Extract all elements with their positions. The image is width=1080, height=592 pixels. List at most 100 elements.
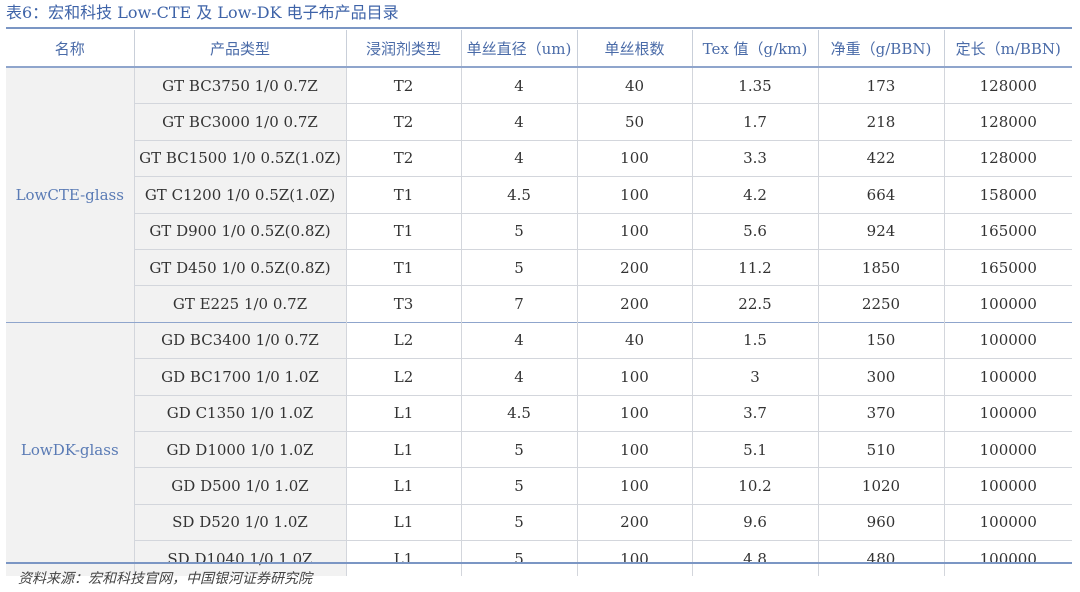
sizing-type-cell: L1: [345, 503, 461, 541]
tex-cell: 1.35: [691, 66, 818, 104]
sizing-type-cell: T2: [345, 103, 461, 141]
tex-cell: 3.7: [691, 394, 818, 432]
net-weight-cell: 664: [817, 176, 944, 214]
header-sizing-type: 浸润剂类型: [345, 30, 461, 67]
length-cell: 128000: [943, 66, 1072, 104]
net-weight-cell: 2250: [817, 285, 944, 323]
sizing-type-cell: L1: [345, 430, 461, 468]
filament-count-cell: 50: [576, 103, 692, 141]
length-cell: 100000: [943, 358, 1072, 396]
table-row: GT C1200 1/0 0.5Z(1.0Z) T1 4.5 100 4.2 664 158…: [6, 176, 1072, 214]
product-type-cell: GD D500 1/0 1.0Z: [133, 467, 346, 505]
table-row: GD D1000 1/0 1.0Z L1 5 100 5.1 510 100000: [6, 430, 1072, 468]
table-row: GD C1350 1/0 1.0Z L1 4.5 100 3.7 370 100000: [6, 394, 1072, 432]
filament-count-cell: 100: [576, 139, 692, 177]
tex-cell: 5.1: [691, 430, 818, 468]
filament-count-cell: 100: [576, 176, 692, 214]
net-weight-cell: 370: [817, 394, 944, 432]
net-weight-cell: 218: [817, 103, 944, 141]
sizing-type-cell: T1: [345, 176, 461, 214]
product-type-cell: GT D450 1/0 0.5Z(0.8Z): [133, 248, 346, 286]
filament-diameter-cell: 4: [460, 103, 577, 141]
length-cell: 100000: [943, 430, 1072, 468]
net-weight-cell: 422: [817, 139, 944, 177]
product-type-cell: GT BC3000 1/0 0.7Z: [133, 103, 346, 141]
table-row: GT E225 1/0 0.7Z T3 7 200 22.5 2250 100000: [6, 285, 1072, 323]
filament-count-cell: 100: [576, 212, 692, 250]
filament-count-cell: 100: [576, 394, 692, 432]
tex-cell: 10.2: [691, 467, 818, 505]
net-weight-cell: 960: [817, 503, 944, 541]
sizing-type-cell: T1: [345, 212, 461, 250]
product-type-cell: GD BC1700 1/0 1.0Z: [133, 358, 346, 396]
table-body: LowCTE-glass GT BC3750 1/0 0.7Z T2 4 40 1.35 1…: [6, 66, 1072, 577]
filament-count-cell: 100: [576, 430, 692, 468]
filament-diameter-cell: 5: [460, 467, 577, 505]
filament-count-cell: 200: [576, 248, 692, 286]
header-net-weight: 净重（g/BBN): [817, 30, 944, 67]
filament-diameter-cell: 4.5: [460, 394, 577, 432]
length-cell: 100000: [943, 467, 1072, 505]
product-type-cell: SD D520 1/0 1.0Z: [133, 503, 346, 541]
length-cell: 128000: [943, 139, 1072, 177]
filament-count-cell: 40: [576, 66, 692, 104]
header-product-type: 产品类型: [133, 30, 346, 67]
table-row: LowDK-glass GD BC3400 1/0 0.7Z L2 4 40 1.5 150…: [6, 321, 1072, 577]
tex-cell: 3: [691, 358, 818, 396]
filament-diameter-cell: 4: [460, 66, 577, 104]
header-length: 定长（m/BBN): [943, 30, 1072, 67]
filament-count-cell: 100: [576, 540, 692, 577]
length-cell: 165000: [943, 212, 1072, 250]
net-weight-cell: 1850: [817, 248, 944, 286]
filament-diameter-cell: 5: [460, 430, 577, 468]
filament-diameter-cell: 4: [460, 321, 577, 359]
top-rule: [6, 27, 1072, 29]
sizing-type-cell: L1: [345, 394, 461, 432]
group-name-cell: LowCTE-glass: [6, 66, 134, 323]
tex-cell: 4.8: [691, 540, 818, 577]
tex-cell: 4.2: [691, 176, 818, 214]
filament-diameter-cell: 5: [460, 540, 577, 577]
tex-cell: 9.6: [691, 503, 818, 541]
filament-diameter-cell: 7: [460, 285, 577, 323]
product-type-cell: GT BC1500 1/0 0.5Z(1.0Z): [133, 139, 346, 177]
header-name: 名称: [6, 30, 134, 67]
net-weight-cell: 1020: [817, 467, 944, 505]
table-row: GT D450 1/0 0.5Z(0.8Z) T1 5 200 11.2 1850 1650…: [6, 248, 1072, 286]
length-cell: 165000: [943, 248, 1072, 286]
net-weight-cell: 510: [817, 430, 944, 468]
table-row: GT BC1500 1/0 0.5Z(1.0Z) T2 4 100 3.3 422 1280…: [6, 139, 1072, 177]
length-cell: 128000: [943, 103, 1072, 141]
tex-cell: 11.2: [691, 248, 818, 286]
net-weight-cell: 300: [817, 358, 944, 396]
table-row: GT D900 1/0 0.5Z(0.8Z) T1 5 100 5.6 924 165000: [6, 212, 1072, 250]
table-row: GD D500 1/0 1.0Z L1 5 100 10.2 1020 100000: [6, 467, 1072, 505]
filament-diameter-cell: 4.5: [460, 176, 577, 214]
product-type-cell: GT E225 1/0 0.7Z: [133, 285, 346, 323]
table-row: LowCTE-glass GT BC3750 1/0 0.7Z T2 4 40 1.35 1…: [6, 66, 1072, 323]
product-type-cell: GD C1350 1/0 1.0Z: [133, 394, 346, 432]
filament-count-cell: 200: [576, 285, 692, 323]
product-table: 名称 产品类型 浸润剂类型 单丝直径（um) 单丝根数 Tex 值（g/km) …: [6, 30, 1072, 577]
filament-diameter-cell: 4: [460, 139, 577, 177]
length-cell: 100000: [943, 394, 1072, 432]
sizing-type-cell: L1: [345, 467, 461, 505]
table-row: GT BC3000 1/0 0.7Z T2 4 50 1.7 218 128000: [6, 103, 1072, 141]
product-type-cell: GT C1200 1/0 0.5Z(1.0Z): [133, 176, 346, 214]
tex-cell: 1.7: [691, 103, 818, 141]
product-type-cell: GD D1000 1/0 1.0Z: [133, 430, 346, 468]
tex-cell: 1.5: [691, 321, 818, 359]
source-note: 资料来源：宏和科技官网，中国银河证券研究院: [18, 571, 312, 587]
filament-count-cell: 100: [576, 467, 692, 505]
sizing-type-cell: T2: [345, 66, 461, 104]
length-cell: 100000: [943, 503, 1072, 541]
tex-cell: 3.3: [691, 139, 818, 177]
tex-cell: 22.5: [691, 285, 818, 323]
header-tex: Tex 值（g/km): [691, 30, 818, 67]
filament-count-cell: 100: [576, 358, 692, 396]
length-cell: 100000: [943, 285, 1072, 323]
header-row: 名称 产品类型 浸润剂类型 单丝直径（um) 单丝根数 Tex 值（g/km) …: [6, 30, 1072, 67]
bottom-rule: [6, 562, 1072, 564]
header-filament-count: 单丝根数: [576, 30, 692, 67]
length-cell: 100000: [943, 321, 1072, 359]
